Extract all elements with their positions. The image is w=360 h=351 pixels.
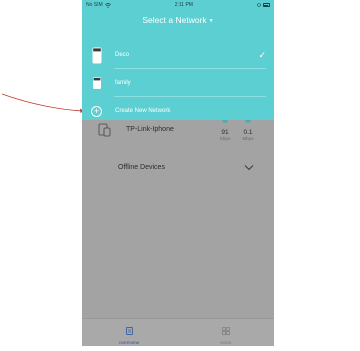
upload-indicator [245, 120, 251, 123]
tab-bar: OVERVIEW MORE [82, 318, 274, 346]
carrier-label: No SIM [86, 2, 103, 8]
network-item-family[interactable]: family [82, 69, 274, 97]
status-bar: No SIM 2:11 PM [82, 0, 274, 10]
tab-overview-label: OVERVIEW [118, 341, 140, 345]
more-grid-icon [222, 327, 230, 335]
deco-unit-icon [92, 47, 102, 63]
download-value: 91 [221, 129, 229, 136]
create-network-label: Create New Network [115, 108, 171, 114]
network-label-family: family [115, 80, 131, 86]
wifi-icon [104, 2, 111, 8]
select-network-dropdown[interactable]: Select a Network ▼ [82, 15, 274, 25]
deco-unit-icon [93, 77, 101, 89]
checkmark-icon: ✓ [258, 49, 266, 60]
chevron-down-icon[interactable] [244, 164, 254, 171]
network-label-deco: Deco [115, 52, 130, 58]
network-item-deco[interactable]: Deco ✓ [82, 41, 274, 69]
upload-value: 0.1 [243, 129, 253, 136]
device-list: TP-Link-Iphone 91 Kbps 0.1 Mbps Offline … [88, 120, 268, 318]
status-time: 2:11 PM [174, 2, 193, 8]
upload-stat: 0.1 Mbps [238, 129, 258, 142]
download-unit: Kbps [219, 136, 231, 141]
tab-overview[interactable]: OVERVIEW [109, 322, 149, 345]
tab-more[interactable]: MORE [206, 322, 246, 345]
tab-more-label: MORE [220, 341, 232, 345]
download-indicator [222, 120, 228, 123]
panel-title-text: Select a Network [142, 15, 207, 25]
phone-device-icon [98, 123, 111, 137]
rotation-lock-icon [257, 3, 261, 7]
upload-unit: Mbps [242, 136, 254, 141]
battery-icon [262, 3, 270, 7]
offline-devices-toggle[interactable]: Offline Devices [118, 164, 165, 171]
overview-icon [125, 327, 133, 335]
caret-down-icon: ▼ [208, 18, 214, 24]
network-selector-panel: Select a Network ▼ Deco ✓ family + Create… [82, 10, 274, 120]
phone-screen: No SIM 2:11 PM Select a Network ▼ Deco ✓… [82, 0, 274, 346]
plus-circle-icon: + [91, 105, 102, 117]
device-name[interactable]: TP-Link-Iphone [126, 126, 174, 133]
download-stat: 91 Kbps [215, 129, 235, 142]
